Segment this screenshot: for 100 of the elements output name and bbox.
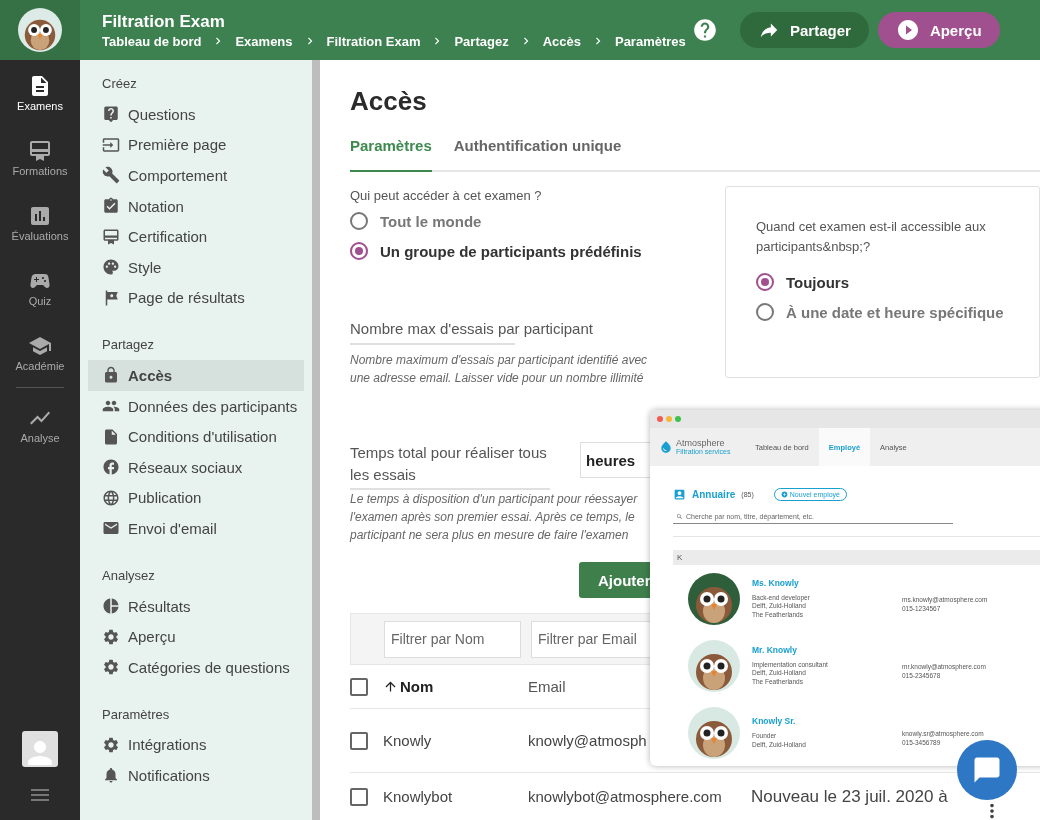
rail-item[interactable]: Examens xyxy=(17,74,63,139)
breadcrumb-link[interactable]: Partagez xyxy=(454,33,509,49)
radio-option[interactable]: Toujours xyxy=(756,267,1009,297)
field-label: Temps total pour réaliser tous les essais xyxy=(350,443,548,485)
sidebar-item[interactable]: Aperçu xyxy=(88,621,304,652)
breadcrumb-link[interactable]: Paramètres xyxy=(614,33,686,49)
tab[interactable]: Authentification unique xyxy=(453,131,622,172)
enter-arrow-icon xyxy=(102,135,120,154)
tab[interactable]: Paramètres xyxy=(350,131,432,172)
sidebar-item[interactable]: Comportement xyxy=(88,160,304,191)
globe-icon xyxy=(102,488,120,507)
rail-item[interactable]: Formations xyxy=(12,139,68,204)
bell-icon xyxy=(102,766,120,785)
breadcrumb-link[interactable]: Filtration Exam xyxy=(326,33,421,49)
add-button[interactable]: Ajouter xyxy=(579,562,650,598)
sidebar-item[interactable]: Accès xyxy=(88,360,304,391)
graduation-cap-icon xyxy=(28,334,52,358)
rail-label: Formations xyxy=(12,165,68,177)
chat-bubble-icon xyxy=(972,755,1002,785)
owl-avatar-icon xyxy=(688,572,740,625)
table-cell-text: Nouveau le 23 juil. 2020 à xyxy=(751,786,949,807)
preview-button[interactable]: Aperçu xyxy=(877,12,1000,48)
rail-label: Évaluations xyxy=(11,230,69,242)
sidebar-item[interactable]: Certification xyxy=(88,221,304,252)
bar-chart-icon xyxy=(28,204,52,228)
hint-text: Le temps à disposition d'un participant pour réessayer l'examen après son premier essai. Après ce temps, le participant ne sera plus en mesure de faire l'examen xyxy=(350,491,639,544)
checkbox[interactable] xyxy=(350,677,368,696)
scrollbar[interactable] xyxy=(312,60,320,820)
drop-icon xyxy=(659,440,673,454)
play-icon xyxy=(895,18,920,42)
rail-item[interactable]: Analyse xyxy=(20,406,60,471)
group-header: K xyxy=(673,550,1040,565)
sidebar-item[interactable]: Publication xyxy=(88,482,304,514)
wrench-icon xyxy=(102,166,120,185)
brand-name: Atmosphere xyxy=(676,439,726,448)
question-text: Qui peut accéder à cet examen ? xyxy=(350,187,543,205)
sidebar-item[interactable]: Style xyxy=(88,251,304,283)
share-button[interactable]: Partager xyxy=(740,12,869,48)
facebook-icon xyxy=(102,458,120,477)
column-header[interactable]: Nom xyxy=(400,678,434,695)
sidebar-item[interactable]: Catégories de questions xyxy=(88,651,304,683)
rail-item[interactable]: Évaluations xyxy=(11,204,69,269)
radio-option[interactable]: Tout le monde xyxy=(350,206,695,236)
sidebar-item[interactable]: Notifications xyxy=(88,760,304,791)
certificate-icon xyxy=(28,139,52,163)
sidebar-item[interactable]: Réseaux sociaux xyxy=(88,451,304,483)
contact-card-icon xyxy=(673,488,686,501)
sidebar-item[interactable]: Première page xyxy=(88,129,304,161)
rail-label: Examens xyxy=(17,100,63,112)
owl-avatar-icon xyxy=(688,639,740,692)
table-cell-text: knowlybot@atmosphere.com xyxy=(528,788,723,805)
radio-option[interactable]: À une date et heure spécifique xyxy=(756,297,1009,327)
directory-title: Annuaire xyxy=(692,489,736,500)
sidebar-item[interactable]: Données des participants xyxy=(88,390,304,422)
rail-label: Quiz xyxy=(28,295,52,307)
search-icon xyxy=(676,513,683,520)
checkbox[interactable] xyxy=(350,787,368,806)
close-dot[interactable] xyxy=(657,416,663,422)
section-title: Analysez xyxy=(101,567,156,585)
minimize-dot[interactable] xyxy=(666,416,672,422)
sort-arrow-icon[interactable] xyxy=(383,679,398,694)
sidebar-item[interactable]: Envoi d'email xyxy=(88,513,304,544)
rail-label: Académie xyxy=(15,360,65,372)
section-title: Paramètres xyxy=(101,706,171,724)
help-bubble-icon xyxy=(102,105,120,124)
gear-icon xyxy=(102,735,120,754)
column-header[interactable]: Email xyxy=(528,678,566,695)
help-icon[interactable] xyxy=(692,17,718,43)
checkbox[interactable] xyxy=(350,731,368,750)
owl-avatar-icon xyxy=(688,706,740,759)
breadcrumb-link[interactable]: Tableau de bord xyxy=(102,33,202,49)
table-cell-text: Knowlybot xyxy=(383,788,454,805)
owl-logo-icon xyxy=(18,8,62,52)
filter-field[interactable]: Filtrer par Nom xyxy=(384,620,521,658)
sidebar-item[interactable]: Page de résultats xyxy=(88,282,304,314)
palette-icon xyxy=(102,258,120,277)
breadcrumb-link[interactable]: Accès xyxy=(542,33,581,49)
breadcrumb-link[interactable]: Examens xyxy=(235,33,293,49)
hint-text: Nombre maximum d'essais par participant identifié avec une adresse email. Laisser vide pour un nombre illimité xyxy=(350,352,649,387)
radio-option[interactable]: Un groupe de participants prédéfinis xyxy=(350,236,695,266)
clipboard-check-icon xyxy=(102,197,120,216)
sidebar-item[interactable]: Intégrations xyxy=(88,729,304,761)
rail-item[interactable]: Quiz xyxy=(28,269,52,334)
rail-item[interactable]: Académie xyxy=(15,334,65,399)
app-title: Filtration Exam xyxy=(102,11,226,32)
filter-field[interactable]: Filtrer par Email xyxy=(531,620,653,658)
sidebar-item[interactable]: Notation xyxy=(88,190,304,222)
maximize-dot[interactable] xyxy=(675,416,681,422)
gear-icon xyxy=(102,658,120,677)
page-title: Accès xyxy=(350,86,428,117)
question-text: Quand cet examen est-il accessible aux participants&nbsp;? xyxy=(756,218,987,256)
lock-icon xyxy=(102,366,120,385)
section-title: Partagez xyxy=(101,337,156,355)
sidebar-item[interactable]: Questions xyxy=(88,99,304,130)
sidebar-item[interactable]: Résultats xyxy=(88,590,304,622)
table-cell-text: knowly@atmosph xyxy=(528,732,648,749)
field-label: Nombre max d'essais par participant xyxy=(350,319,594,339)
chat-button[interactable] xyxy=(957,740,1017,800)
document-icon xyxy=(102,427,120,446)
sidebar-item[interactable]: Conditions d'utilisation xyxy=(88,421,304,452)
